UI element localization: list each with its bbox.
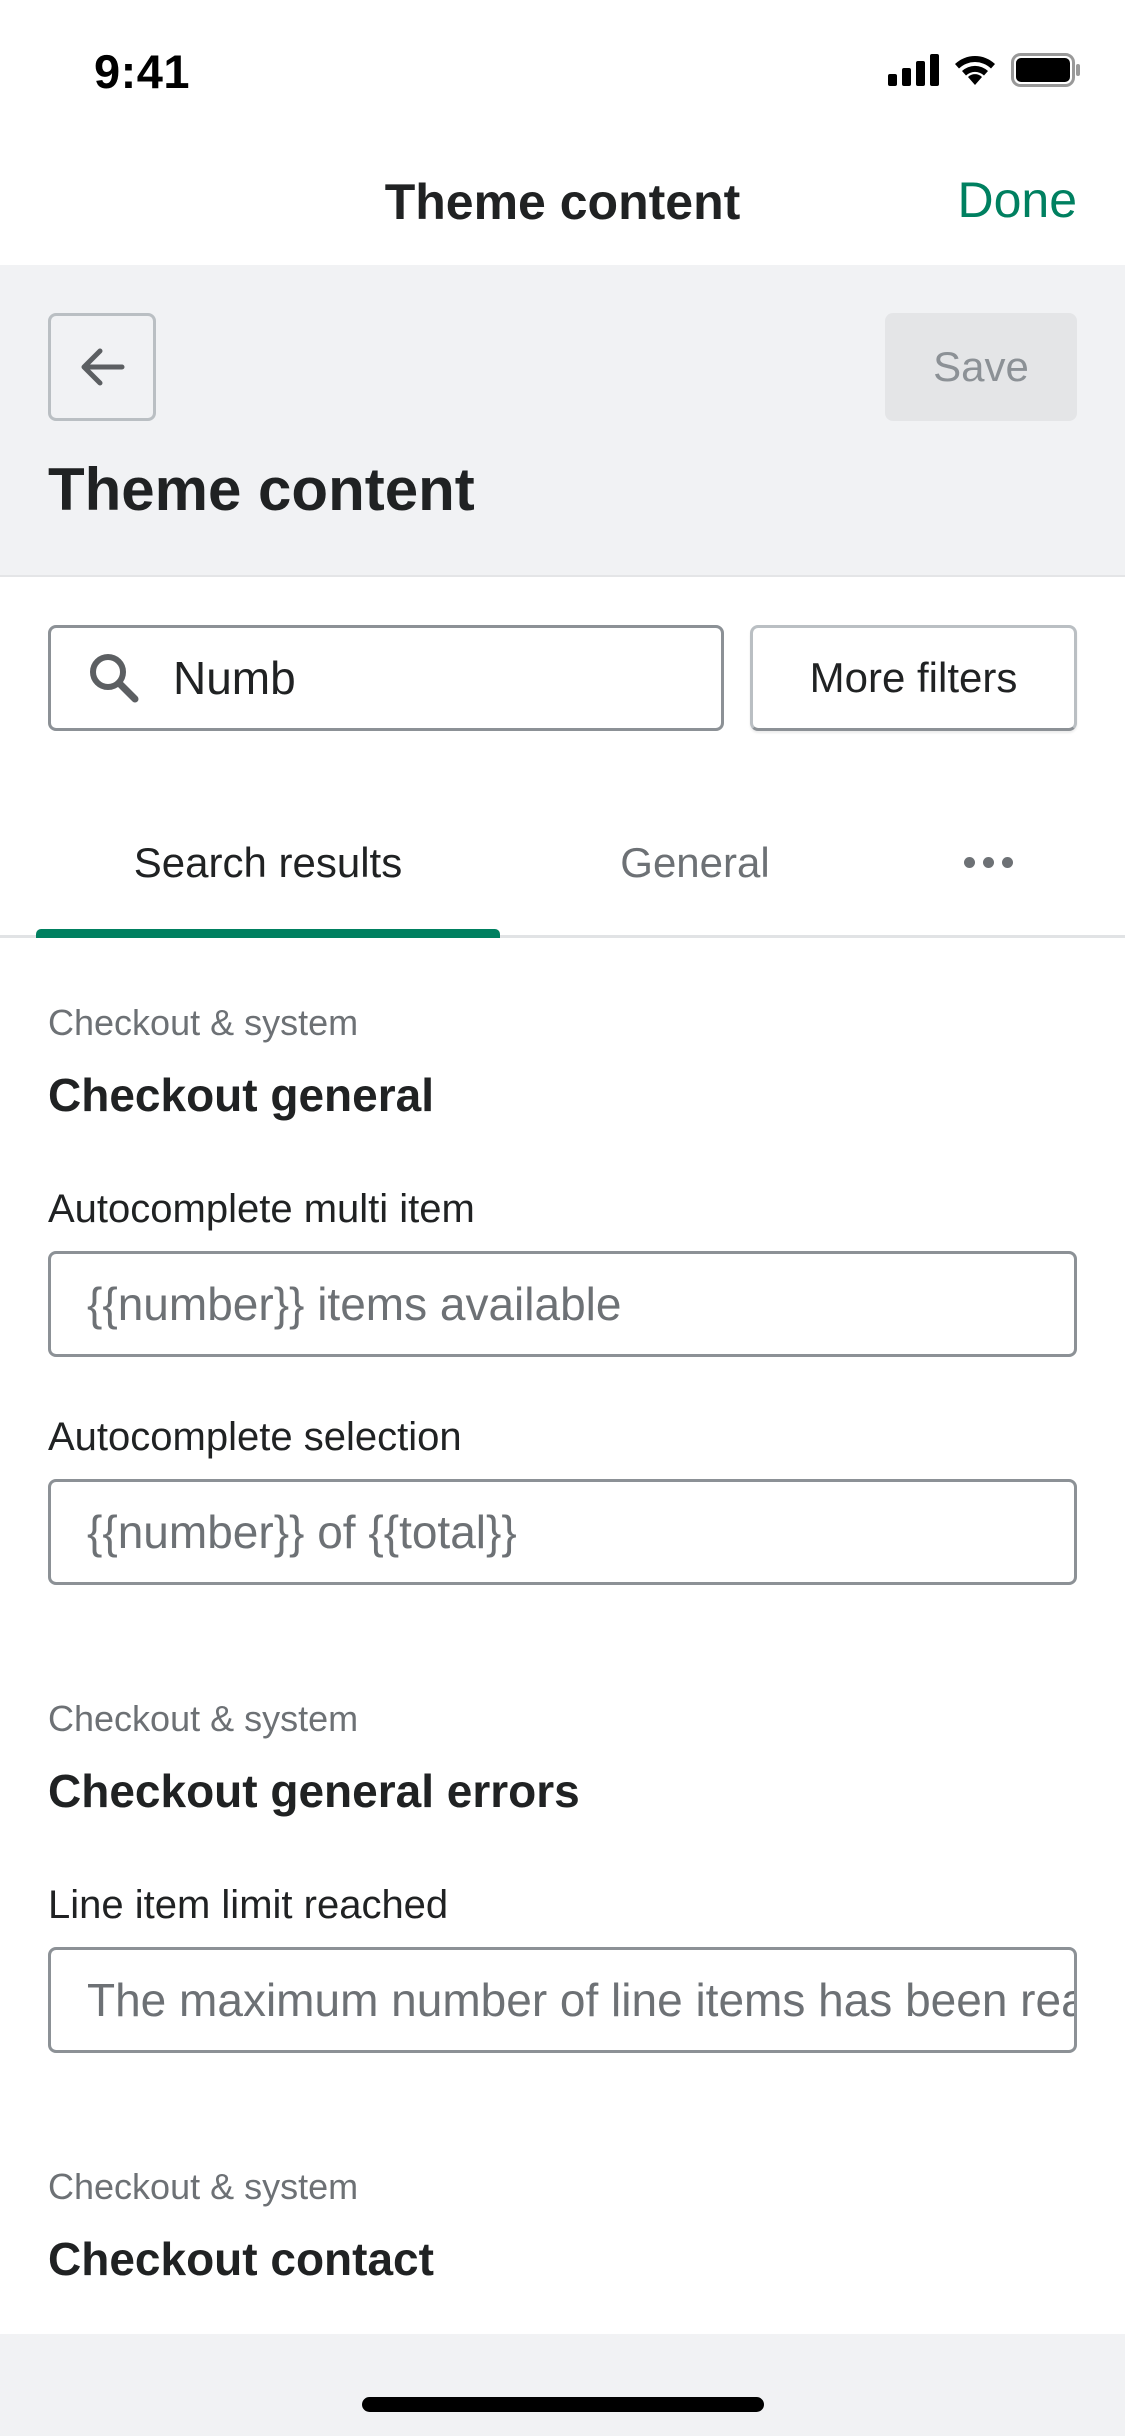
section-eyebrow: Checkout & system — [48, 2166, 359, 2207]
field-label: Line item limit reached — [48, 1883, 449, 1927]
line-item-limit-field[interactable]: The maximum number of line items has bee… — [48, 1947, 1077, 2053]
section-heading: Checkout general errors — [48, 1765, 580, 1817]
page-header: Save Theme content — [0, 265, 1125, 577]
section-heading: Checkout general — [48, 1069, 434, 1121]
search-input[interactable]: Numb — [48, 625, 724, 731]
tab-bar: Search results General — [0, 790, 1125, 938]
nav-header: Theme content Done — [0, 135, 1125, 265]
tab-more-button[interactable] — [928, 790, 1048, 935]
section-eyebrow: Checkout & system — [48, 1002, 359, 1043]
status-icons — [888, 50, 1081, 90]
cellular-signal-icon — [888, 54, 939, 86]
status-bar: 9:41 — [0, 0, 1125, 135]
battery-icon — [1011, 53, 1081, 87]
field-placeholder: The maximum number of line items has bee… — [87, 1974, 1077, 2026]
tab-search-results[interactable]: Search results — [36, 790, 500, 938]
section-heading: Checkout contact — [48, 2233, 434, 2285]
status-time: 9:41 — [94, 45, 191, 98]
field-placeholder: {{number}} items available — [87, 1278, 622, 1330]
back-button[interactable] — [48, 313, 156, 421]
autocomplete-selection-field[interactable]: {{number}} of {{total}} — [48, 1479, 1077, 1585]
home-indicator — [362, 2397, 764, 2412]
nav-title: Theme content — [384, 174, 741, 230]
search-icon — [87, 648, 147, 708]
wifi-icon — [953, 54, 997, 86]
more-filters-button[interactable]: More filters — [750, 625, 1077, 731]
search-value: Numb — [173, 652, 296, 704]
section-eyebrow: Checkout & system — [48, 1698, 359, 1739]
autocomplete-multi-item-field[interactable]: {{number}} items available — [48, 1251, 1077, 1357]
more-horizontal-icon — [963, 857, 1013, 868]
tab-general[interactable]: General — [560, 790, 830, 935]
bottom-bar — [0, 2334, 1125, 2436]
field-label: Autocomplete selection — [48, 1415, 462, 1459]
arrow-left-icon — [81, 348, 125, 386]
field-placeholder: {{number}} of {{total}} — [87, 1506, 517, 1558]
done-button[interactable]: Done — [957, 171, 1077, 229]
save-button[interactable]: Save — [885, 313, 1077, 421]
page-title: Theme content — [48, 456, 475, 523]
field-label: Autocomplete multi item — [48, 1187, 475, 1231]
